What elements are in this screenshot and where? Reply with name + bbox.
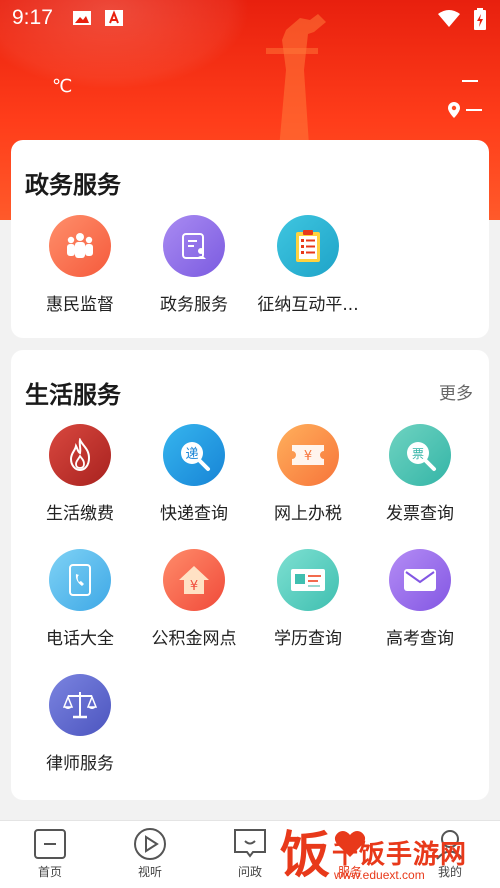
life-item-label: 发票查询 bbox=[386, 504, 454, 524]
wifi-icon bbox=[438, 10, 460, 27]
play-icon bbox=[133, 827, 167, 861]
life-item-label: 快递查询 bbox=[160, 504, 228, 524]
clipboard-list-icon bbox=[277, 215, 339, 277]
app-notification-icon bbox=[105, 10, 123, 26]
gov-services-title: 政务服务 bbox=[25, 171, 121, 199]
location-pin-icon bbox=[448, 102, 460, 118]
service-item-label: 政务服务 bbox=[160, 295, 228, 315]
housing-fund-glyph: ¥ bbox=[190, 579, 198, 594]
life-item-label: 网上办税 bbox=[274, 504, 342, 524]
gov-services-card: 政务服务 惠民监督 政务服务 征纳互动平... bbox=[11, 140, 489, 338]
life-item-label: 律师服务 bbox=[46, 754, 114, 774]
site-watermark: 饭 千饭手游网 www.eduext.com bbox=[272, 820, 500, 888]
tax-ticket-icon: ¥ bbox=[277, 424, 339, 486]
status-bar: 9:17 bbox=[0, 0, 500, 36]
life-item-label: 电话大全 bbox=[46, 629, 114, 649]
watermark-url: www.eduext.com bbox=[334, 868, 425, 882]
housing-fund-icon: ¥ bbox=[163, 549, 225, 611]
life-item-label: 生活缴费 bbox=[46, 504, 114, 524]
status-time: 9:17 bbox=[12, 6, 53, 29]
service-item-label: 征纳互动平... bbox=[257, 295, 359, 315]
service-item-label: 惠民监督 bbox=[46, 295, 114, 315]
people-group-icon bbox=[49, 215, 111, 277]
life-services-card: 生活服务 更多 生活缴费 递 快递查询 ¥ 网上办税 票 发票查询 电话大全 ¥ bbox=[11, 350, 489, 800]
weather-placeholder bbox=[462, 80, 478, 82]
tab-label: 首页 bbox=[37, 865, 62, 879]
life-item-education[interactable]: 学历查询 bbox=[251, 549, 365, 649]
message-icon bbox=[233, 827, 267, 861]
tab-video[interactable]: 视听 bbox=[100, 827, 200, 880]
document-user-icon bbox=[163, 215, 225, 277]
more-link[interactable]: 更多 bbox=[439, 379, 473, 404]
express-glyph: 递 bbox=[185, 447, 198, 462]
life-item-label: 高考查询 bbox=[386, 629, 454, 649]
watermark-logo: 饭 bbox=[280, 826, 330, 884]
life-item-payment[interactable]: 生活缴费 bbox=[23, 424, 137, 524]
life-item-housing-fund[interactable]: ¥ 公积金网点 bbox=[137, 549, 251, 649]
life-item-express[interactable]: 递 快递查询 bbox=[137, 424, 251, 524]
mail-icon bbox=[389, 549, 451, 611]
tab-label: 视听 bbox=[137, 865, 162, 879]
home-icon bbox=[33, 827, 67, 861]
life-item-phonebook[interactable]: 电话大全 bbox=[23, 549, 137, 649]
location-indicator[interactable] bbox=[448, 102, 482, 118]
battery-icon bbox=[474, 8, 486, 30]
service-item-huimin[interactable]: 惠民监督 bbox=[23, 215, 137, 315]
phone-book-icon bbox=[49, 549, 111, 611]
fire-icon bbox=[49, 424, 111, 486]
tax-glyph: ¥ bbox=[304, 449, 312, 464]
image-notification-icon bbox=[73, 11, 91, 25]
location-placeholder bbox=[466, 109, 482, 111]
temperature-unit: ℃ bbox=[52, 76, 73, 97]
id-card-icon bbox=[277, 549, 339, 611]
invoice-search-icon: 票 bbox=[389, 424, 451, 486]
life-item-invoice[interactable]: 票 发票查询 bbox=[363, 424, 477, 524]
life-services-title: 生活服务 bbox=[25, 381, 121, 409]
life-item-tax[interactable]: ¥ 网上办税 bbox=[251, 424, 365, 524]
life-item-label: 学历查询 bbox=[274, 629, 342, 649]
watermark-text: 千饭手游网 bbox=[332, 840, 468, 870]
express-search-icon: 递 bbox=[163, 424, 225, 486]
life-item-gaokao[interactable]: 高考查询 bbox=[363, 549, 477, 649]
service-item-zhengwu[interactable]: 政务服务 bbox=[137, 215, 251, 315]
life-item-lawyer[interactable]: 律师服务 bbox=[23, 674, 137, 774]
tab-home[interactable]: 首页 bbox=[0, 827, 100, 880]
invoice-glyph: 票 bbox=[412, 447, 424, 461]
service-item-zhengna[interactable]: 征纳互动平... bbox=[251, 215, 365, 315]
life-item-label: 公积金网点 bbox=[151, 629, 237, 649]
scales-icon bbox=[49, 674, 111, 736]
